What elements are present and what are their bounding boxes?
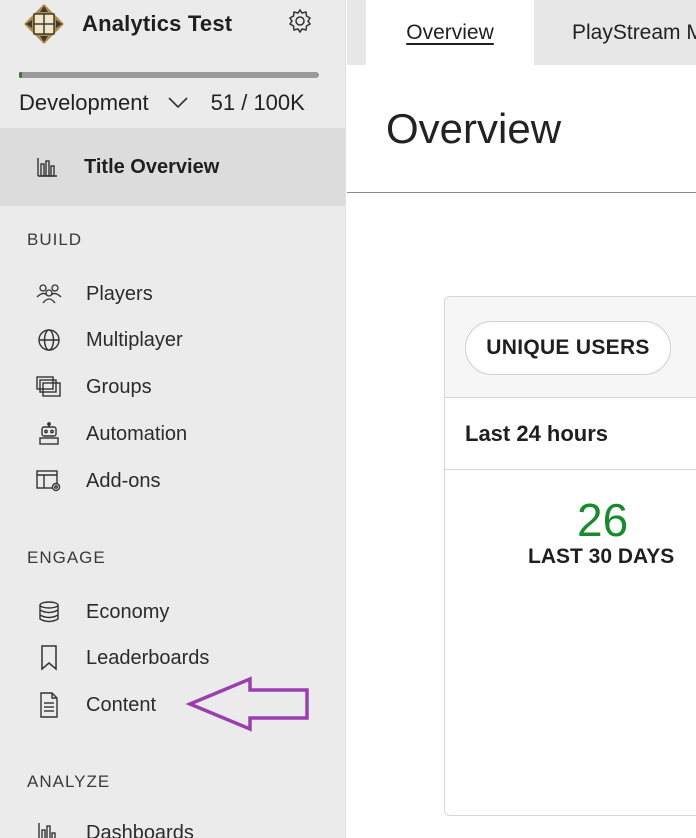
unique-users-value: 26 [577, 494, 629, 546]
header-divider [347, 192, 696, 193]
sidebar-item-label: Automation [86, 422, 188, 445]
groups-icon [36, 374, 62, 400]
card-header: UNIQUE USERS [445, 297, 696, 398]
section-analyze-title: ANALYZE [27, 772, 111, 791]
dashboard-icon [36, 820, 62, 838]
sidebar-item-economy[interactable]: Economy [36, 597, 169, 627]
settings-gear-icon[interactable] [287, 8, 313, 34]
document-icon [36, 692, 62, 718]
people-icon [36, 281, 62, 307]
sidebar-item-label: Dashboards [86, 821, 194, 838]
sidebar-item-groups[interactable]: Groups [36, 372, 152, 402]
robot-icon [36, 421, 62, 447]
card-divider [445, 469, 696, 470]
section-build-title: BUILD [27, 230, 83, 249]
page-title: Overview [386, 105, 562, 152]
annotation-arrow-icon [186, 676, 309, 732]
sidebar-item-automation[interactable]: Automation [36, 419, 187, 449]
tab-overview[interactable]: Overview [366, 0, 534, 65]
sidebar-item-label: Leaderboards [86, 646, 210, 669]
sidebar-item-label: Add-ons [86, 469, 161, 492]
environment-name: Development [19, 90, 149, 115]
coins-icon [36, 599, 62, 625]
unique-users-card: UNIQUE USERS Last 24 hours 26 LAST 30 DA… [444, 296, 696, 816]
bar-chart-icon [37, 158, 57, 177]
sidebar-item-label: Multiplayer [86, 328, 183, 351]
sidebar-item-multiplayer[interactable]: Multiplayer [36, 325, 183, 355]
sidebar-item-add-ons[interactable]: Add-ons [36, 466, 161, 496]
sidebar-item-leaderboards[interactable]: Leaderboards [36, 643, 209, 673]
sidebar-item-players[interactable]: Players [36, 279, 153, 309]
sidebar-item-dashboards[interactable]: Dashboards [36, 818, 194, 838]
sidebar-item-label: Content [86, 693, 157, 716]
app-title: Analytics Test [82, 11, 233, 36]
usage-progress-fill [19, 72, 22, 78]
tab-playstream[interactable]: PlayStream M [572, 0, 696, 65]
addons-icon [36, 468, 62, 494]
unique-users-button[interactable]: UNIQUE USERS [465, 321, 671, 375]
metric-period-label: LAST 30 DAYS [528, 545, 675, 568]
sidebar-item-label: Players [86, 282, 153, 305]
sidebar-item-label: Economy [86, 600, 170, 623]
section-engage-title: ENGAGE [27, 548, 106, 567]
usage-count: 51 / 100K [210, 90, 305, 115]
time-range-label: Last 24 hours [465, 421, 609, 446]
bookmark-icon [36, 645, 62, 671]
chevron-down-icon [168, 97, 188, 109]
sidebar-item-label: Groups [86, 375, 152, 398]
sidebar-item-title-overview[interactable]: Title Overview [0, 128, 345, 206]
globe-icon [36, 327, 62, 353]
tab-bar: Overview PlayStream M [347, 0, 696, 65]
usage-progress-bar [19, 72, 319, 78]
environment-selector[interactable]: Development 51 / 100K [19, 88, 329, 118]
title-header[interactable]: Analytics Test [22, 4, 232, 44]
sidebar-item-content[interactable]: Content [36, 690, 156, 720]
app-logo [22, 2, 66, 46]
sidebar-item-label: Title Overview [84, 155, 220, 178]
